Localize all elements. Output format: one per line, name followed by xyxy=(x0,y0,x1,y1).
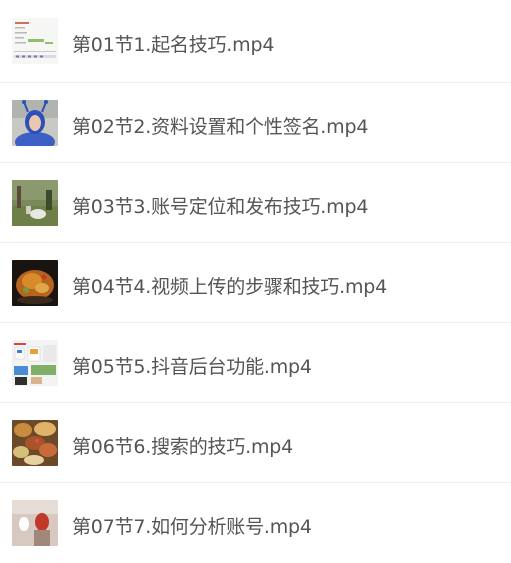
file-name[interactable]: 第03节3.账号定位和发布技巧.mp4 xyxy=(72,192,368,219)
video-thumbnail-icon xyxy=(12,180,58,226)
video-thumbnail-icon xyxy=(12,260,58,306)
file-item[interactable]: 第03节3.账号定位和发布技巧.mp4 xyxy=(0,163,511,243)
video-thumbnail-icon xyxy=(12,500,58,546)
file-name[interactable]: 第04节4.视频上传的步骤和技巧.mp4 xyxy=(72,272,387,299)
file-name[interactable]: 第05节5.抖音后台功能.mp4 xyxy=(72,352,312,379)
file-name[interactable]: 第02节2.资料设置和个性签名.mp4 xyxy=(72,112,368,139)
file-item[interactable]: 第07节7.如何分析账号.mp4 xyxy=(0,483,511,563)
video-thumbnail-icon xyxy=(12,100,58,146)
video-thumbnail-icon xyxy=(12,340,58,386)
file-item[interactable]: 第04节4.视频上传的步骤和技巧.mp4 xyxy=(0,243,511,323)
file-item[interactable]: 第05节5.抖音后台功能.mp4 xyxy=(0,323,511,403)
file-name[interactable]: 第07节7.如何分析账号.mp4 xyxy=(72,512,312,539)
video-file-list: 第01节1.起名技巧.mp4 第02节2.资料设置和个性签名.mp4 第03节3… xyxy=(0,0,511,563)
file-item[interactable]: 第06节6.搜索的技巧.mp4 xyxy=(0,403,511,483)
file-item[interactable]: 第01节1.起名技巧.mp4 xyxy=(0,0,511,83)
file-item[interactable]: 第02节2.资料设置和个性签名.mp4 xyxy=(0,83,511,163)
video-thumbnail-icon xyxy=(12,18,58,64)
file-name[interactable]: 第06节6.搜索的技巧.mp4 xyxy=(72,432,293,459)
video-thumbnail-icon xyxy=(12,420,58,466)
file-name[interactable]: 第01节1.起名技巧.mp4 xyxy=(72,30,274,57)
